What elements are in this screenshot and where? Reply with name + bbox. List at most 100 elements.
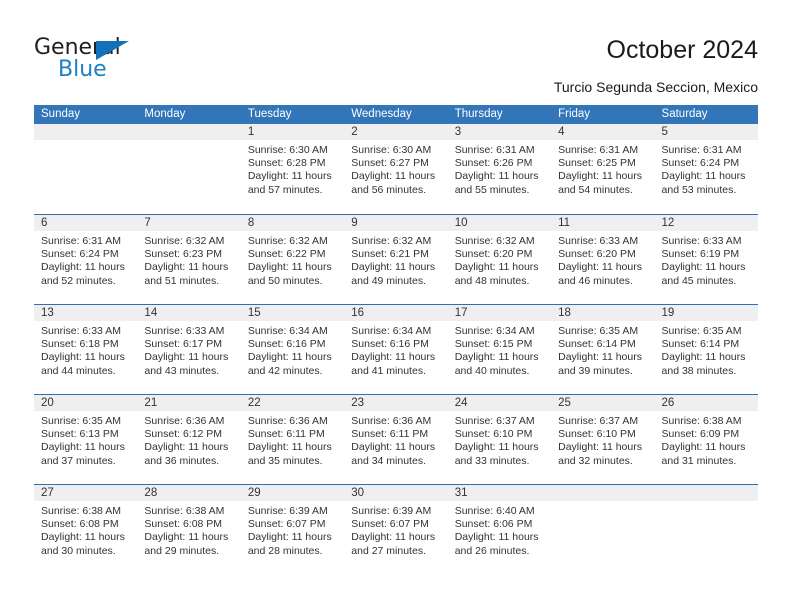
sunrise-text: Sunrise: 6:34 AM [351,325,432,337]
daylight-text-line1: Daylight: 11 hours [247,261,332,274]
daylight-text-line2: and 53 minutes. [661,183,737,196]
day-details: Sunrise: 6:32 AM Sunset: 6:23 PM Daylight:… [137,231,240,288]
calendar-day-cell[interactable]: 13 Sunrise: 6:33 AM Sunset: 6:18 PM Dayligh… [34,305,138,394]
day-number: 11 [551,215,655,231]
day-number [654,485,758,501]
sunrise-text: Sunrise: 6:32 AM [454,235,535,247]
day-details: Sunrise: 6:33 AM Sunset: 6:20 PM Daylight:… [551,231,654,288]
daylight-text-line1: Daylight: 11 hours [351,170,436,183]
calendar-day-cell[interactable]: 7 Sunrise: 6:32 AM Sunset: 6:23 PM Daylight… [137,215,241,304]
day-number: 7 [137,215,241,231]
calendar-day-cell[interactable]: 10 Sunrise: 6:32 AM Sunset: 6:20 PM Dayligh… [447,215,552,304]
daylight-text-line2: and 52 minutes. [41,274,116,287]
calendar-day-cell[interactable]: 19 Sunrise: 6:35 AM Sunset: 6:14 PM Dayligh… [654,305,758,394]
day-number: 21 [137,395,241,411]
calendar-day-cell[interactable]: 28 Sunrise: 6:38 AM Sunset: 6:08 PM Dayligh… [137,485,241,574]
calendar-day-cell[interactable]: 8 Sunrise: 6:32 AM Sunset: 6:22 PM Daylight… [240,215,345,304]
calendar-day-cell[interactable]: 23 Sunrise: 6:36 AM Sunset: 6:11 PM Dayligh… [344,395,448,484]
sunrise-text: Sunrise: 6:31 AM [454,144,535,156]
day-number: 19 [654,305,758,321]
day-number: 29 [240,485,345,501]
daylight-text-line2: and 38 minutes. [661,364,737,377]
calendar-day-cell[interactable]: 1 Sunrise: 6:30 AM Sunset: 6:28 PM Daylight… [240,124,345,214]
day-number: 9 [344,215,448,231]
day-number: 1 [240,124,345,140]
daylight-text-line1: Daylight: 11 hours [351,441,436,454]
daylight-text-line1: Daylight: 11 hours [558,170,642,183]
generalblue-logo: General Blue [34,36,234,86]
calendar-day-cell[interactable]: 27 Sunrise: 6:38 AM Sunset: 6:08 PM Dayligh… [34,485,138,574]
calendar-day-cell[interactable]: 2 Sunrise: 6:30 AM Sunset: 6:27 PM Daylight… [344,124,448,214]
weekday-monday: Monday [144,108,186,120]
calendar-day-cell[interactable]: 6 Sunrise: 6:31 AM Sunset: 6:24 PM Daylight… [34,215,138,304]
day-number: 14 [137,305,241,321]
calendar-day-cell[interactable]: 22 Sunrise: 6:36 AM Sunset: 6:11 PM Dayligh… [240,395,345,484]
calendar-day-cell[interactable]: 5 Sunrise: 6:31 AM Sunset: 6:24 PM Daylight… [654,124,758,214]
calendar-day-cell[interactable]: 16 Sunrise: 6:34 AM Sunset: 6:16 PM Dayligh… [344,305,448,394]
calendar-day-cell[interactable]: 11 Sunrise: 6:33 AM Sunset: 6:20 PM Dayligh… [551,215,655,304]
daylight-text-line1: Daylight: 11 hours [454,441,539,454]
calendar-week-row: 27 Sunrise: 6:38 AM Sunset: 6:08 PM Dayligh… [34,484,758,574]
sunset-text: Sunset: 6:15 PM [454,338,533,351]
logo-text-blue: Blue [58,57,107,82]
weekday-friday: Friday [558,108,591,120]
calendar-day-cell[interactable]: 12 Sunrise: 6:33 AM Sunset: 6:19 PM Dayligh… [654,215,758,304]
calendar-day-cell[interactable]: 26 Sunrise: 6:38 AM Sunset: 6:09 PM Dayligh… [654,395,758,484]
calendar-day-cell[interactable]: 25 Sunrise: 6:37 AM Sunset: 6:10 PM Dayligh… [551,395,655,484]
sunrise-text: Sunrise: 6:37 AM [454,415,535,427]
sunset-text: Sunset: 6:24 PM [661,157,740,170]
day-details: Sunrise: 6:38 AM Sunset: 6:08 PM Daylight:… [34,501,137,558]
daylight-text-line2: and 39 minutes. [558,364,633,377]
sunset-text: Sunset: 6:17 PM [144,338,223,351]
sunset-text: Sunset: 6:19 PM [661,248,740,261]
day-number: 31 [447,485,552,501]
sunset-text: Sunset: 6:16 PM [351,338,429,351]
calendar-day-cell[interactable]: 24 Sunrise: 6:37 AM Sunset: 6:10 PM Dayligh… [447,395,552,484]
sunset-text: Sunset: 6:14 PM [661,338,740,351]
page-title: October 2024 [606,36,759,64]
calendar-day-cell[interactable]: 14 Sunrise: 6:33 AM Sunset: 6:17 PM Dayligh… [137,305,241,394]
calendar-day-cell[interactable]: 31 Sunrise: 6:40 AM Sunset: 6:06 PM Dayligh… [447,485,552,574]
daylight-text-line2: and 46 minutes. [558,274,633,287]
daylight-text-line2: and 40 minutes. [454,364,530,377]
daylight-text-line2: and 54 minutes. [558,183,633,196]
day-details: Sunrise: 6:34 AM Sunset: 6:16 PM Daylight:… [241,321,344,378]
calendar-day-cell[interactable]: 17 Sunrise: 6:34 AM Sunset: 6:15 PM Dayligh… [447,305,552,394]
calendar-cell-empty [551,485,655,574]
daylight-text-line2: and 50 minutes. [247,274,323,287]
day-details: Sunrise: 6:33 AM Sunset: 6:18 PM Daylight:… [34,321,137,378]
sunrise-text: Sunrise: 6:30 AM [247,144,328,156]
day-number: 20 [34,395,138,411]
sunrise-text: Sunrise: 6:33 AM [144,325,225,337]
calendar-day-cell[interactable]: 4 Sunrise: 6:31 AM Sunset: 6:25 PM Daylight… [551,124,655,214]
sunset-text: Sunset: 6:14 PM [558,338,636,351]
sunset-text: Sunset: 6:26 PM [454,157,533,170]
day-number: 12 [654,215,758,231]
daylight-text-line1: Daylight: 11 hours [247,531,332,544]
sunset-text: Sunset: 6:07 PM [351,518,429,531]
day-details: Sunrise: 6:36 AM Sunset: 6:11 PM Daylight:… [344,411,447,468]
calendar-day-cell[interactable]: 9 Sunrise: 6:32 AM Sunset: 6:21 PM Daylight… [344,215,448,304]
calendar-day-cell[interactable]: 20 Sunrise: 6:35 AM Sunset: 6:13 PM Dayligh… [34,395,138,484]
sunrise-text: Sunrise: 6:32 AM [144,235,225,247]
calendar-day-cell[interactable]: 15 Sunrise: 6:34 AM Sunset: 6:16 PM Dayligh… [240,305,345,394]
calendar-cell-empty [137,124,241,214]
day-number: 16 [344,305,448,321]
daylight-text-line2: and 26 minutes. [454,544,530,557]
calendar-day-cell[interactable]: 3 Sunrise: 6:31 AM Sunset: 6:26 PM Daylight… [447,124,552,214]
sunrise-text: Sunrise: 6:35 AM [558,325,639,337]
calendar-weeks: 1 Sunrise: 6:30 AM Sunset: 6:28 PM Daylight… [34,124,758,574]
sunrise-text: Sunrise: 6:32 AM [247,235,328,247]
calendar-week-row: 13 Sunrise: 6:33 AM Sunset: 6:18 PM Dayligh… [34,304,758,394]
day-number: 18 [551,305,655,321]
sunset-text: Sunset: 6:09 PM [661,428,740,441]
weekday-sunday: Sunday [41,108,81,120]
calendar-day-cell[interactable]: 21 Sunrise: 6:36 AM Sunset: 6:12 PM Dayligh… [137,395,241,484]
day-number: 8 [240,215,345,231]
calendar-day-cell[interactable]: 29 Sunrise: 6:39 AM Sunset: 6:07 PM Dayligh… [240,485,345,574]
daylight-text-line2: and 28 minutes. [247,544,323,557]
calendar-day-cell[interactable]: 30 Sunrise: 6:39 AM Sunset: 6:07 PM Dayligh… [344,485,448,574]
day-details: Sunrise: 6:33 AM Sunset: 6:17 PM Daylight:… [137,321,240,378]
calendar-day-cell[interactable]: 18 Sunrise: 6:35 AM Sunset: 6:14 PM Dayligh… [551,305,655,394]
day-details: Sunrise: 6:35 AM Sunset: 6:14 PM Daylight:… [655,321,758,378]
